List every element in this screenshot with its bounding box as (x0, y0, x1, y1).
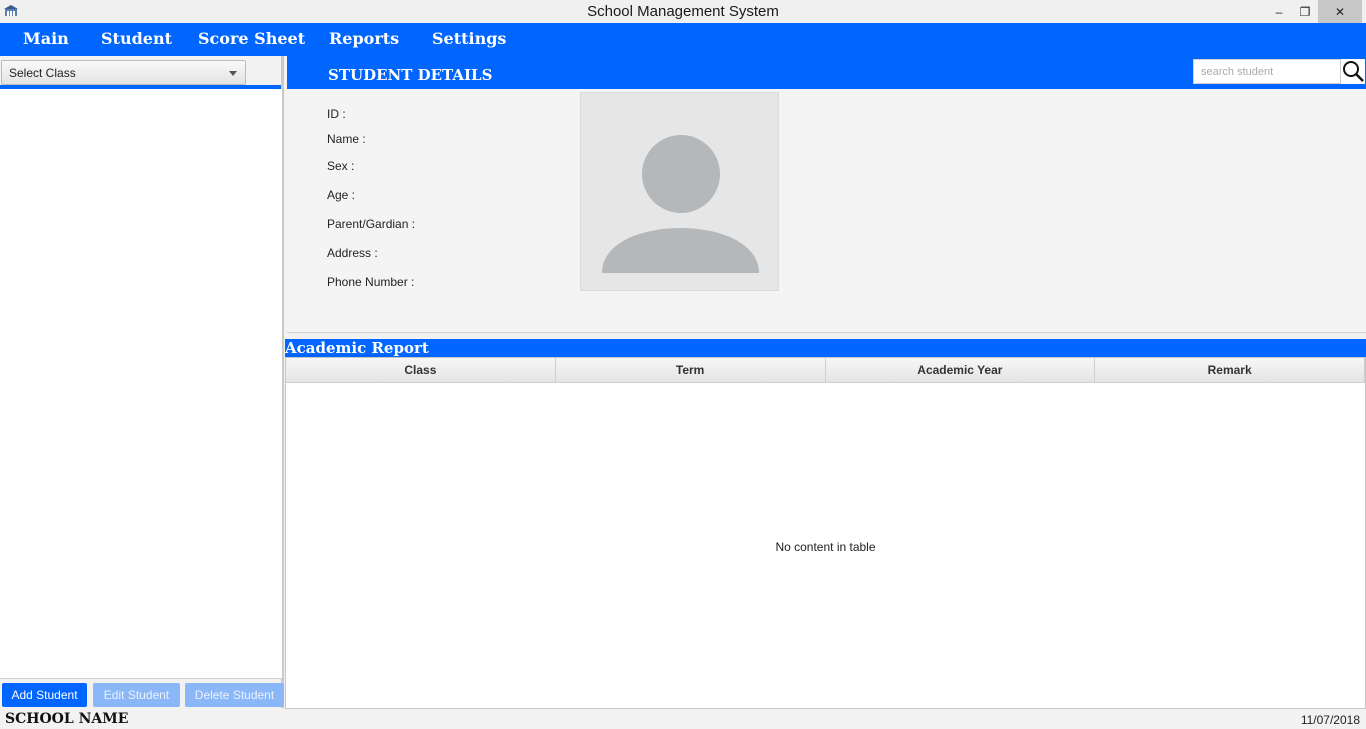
search-input[interactable] (1193, 59, 1341, 84)
menu-item-main[interactable]: Main (23, 29, 69, 48)
menu-item-settings[interactable]: Settings (432, 29, 506, 48)
field-phone-label: Phone Number : (327, 275, 415, 289)
column-header-term[interactable]: Term (555, 358, 826, 383)
academic-report-table[interactable]: Class Term Academic Year Remark No conte… (285, 357, 1366, 709)
school-name: SCHOOL NAME (5, 711, 129, 727)
delete-student-button[interactable]: Delete Student (185, 683, 284, 707)
student-details-header: STUDENT DETAILS (287, 56, 1366, 89)
column-header-class[interactable]: Class (286, 358, 556, 383)
menu-item-score-sheet[interactable]: Score Sheet (198, 29, 305, 48)
table-header: Class Term Academic Year Remark (286, 358, 1365, 383)
student-photo[interactable] (580, 92, 779, 291)
menu-bar: Main Student Score Sheet Reports Setting… (0, 23, 1366, 56)
field-age-label: Age : (327, 188, 356, 202)
select-class-dropdown[interactable]: Select Class (1, 60, 246, 85)
academic-report-title: Academic Report (285, 339, 429, 357)
add-student-button[interactable]: Add Student (2, 683, 87, 707)
menu-item-reports[interactable]: Reports (329, 29, 399, 48)
chevron-down-icon (229, 71, 237, 76)
student-details-title: STUDENT DETAILS (328, 66, 493, 84)
field-sex-label: Sex : (327, 159, 355, 173)
academic-report-header: Academic Report (285, 339, 1366, 357)
column-header-remark[interactable]: Remark (1095, 358, 1365, 383)
field-address-label: Address : (327, 246, 378, 260)
table-empty-message: No content in table (775, 540, 876, 554)
edit-student-button[interactable]: Edit Student (93, 683, 180, 707)
column-header-academic-year[interactable]: Academic Year (825, 358, 1096, 383)
user-avatar-icon (602, 135, 759, 273)
menu-item-student[interactable]: Student (101, 29, 172, 48)
status-date: 11/07/2018 (1300, 713, 1360, 727)
status-bar: SCHOOL NAME 11/07/2018 (0, 709, 1366, 729)
close-button[interactable]: ✕ (1318, 0, 1362, 23)
search-icon (1343, 61, 1364, 82)
search-button[interactable] (1341, 59, 1365, 84)
student-details-panel: ID : Name : Sex : Age : Parent/Gardian :… (287, 89, 1366, 333)
field-id-label: ID : (327, 107, 346, 121)
student-list[interactable] (0, 89, 282, 679)
select-class-label: Select Class (9, 66, 76, 80)
maximize-button[interactable]: ❐ (1290, 0, 1320, 23)
title-bar: School Management System – ❐ ✕ (0, 0, 1366, 23)
class-sidebar: Select Class Add Student Edit Student De… (0, 56, 284, 708)
field-name-label: Name : (327, 132, 366, 146)
window-title: School Management System (587, 3, 779, 20)
field-parent-label: Parent/Gardian : (327, 217, 416, 231)
